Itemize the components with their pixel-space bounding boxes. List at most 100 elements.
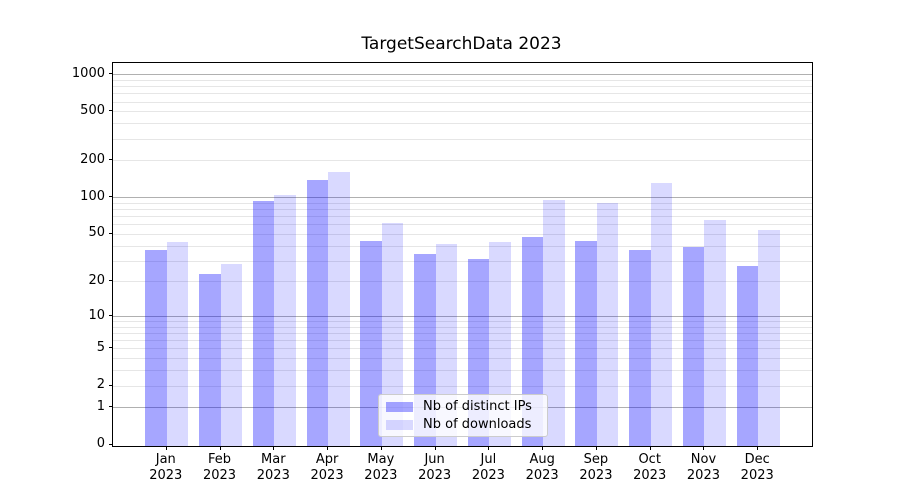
- x-tick-month: Sep: [568, 452, 624, 468]
- y-tick-20: [109, 280, 113, 281]
- x-tick-dec: [757, 446, 758, 450]
- x-tick-apr: [327, 446, 328, 450]
- x-tick-label-feb: Feb2023: [192, 452, 248, 484]
- x-tick-label-nov: Nov2023: [675, 452, 731, 484]
- gridline-minor-700: [113, 93, 812, 94]
- x-tick-jun: [435, 446, 436, 450]
- legend: Nb of distinct IPs Nb of downloads: [378, 394, 548, 437]
- gridline-minor-90: [113, 203, 812, 204]
- y-tick-0: [109, 444, 113, 445]
- bar-dec-distinct-ips: [737, 266, 759, 446]
- y-tick-label-0: 0: [40, 436, 105, 451]
- y-tick-1: [109, 406, 113, 407]
- x-tick-year: 2023: [245, 468, 301, 484]
- gridline-minor-400: [113, 123, 812, 124]
- bar-oct-distinct-ips: [629, 250, 651, 446]
- y-tick-200: [109, 159, 113, 160]
- x-tick-month: Nov: [675, 452, 731, 468]
- gridline-minor-600: [113, 102, 812, 103]
- legend-label-downloads: Nb of downloads: [423, 417, 531, 432]
- x-tick-month: Feb: [192, 452, 248, 468]
- bar-jan-downloads: [167, 242, 189, 446]
- y-tick-label-500: 500: [40, 103, 105, 118]
- x-tick-label-jan: Jan2023: [138, 452, 194, 484]
- y-tick-100: [109, 196, 113, 197]
- x-tick-year: 2023: [675, 468, 731, 484]
- bar-oct-downloads: [651, 183, 673, 446]
- x-tick-label-jul: Jul2023: [460, 452, 516, 484]
- x-tick-oct: [650, 446, 651, 450]
- x-tick-sep: [596, 446, 597, 450]
- x-tick-label-jun: Jun2023: [407, 452, 463, 484]
- x-tick-month: May: [353, 452, 409, 468]
- x-tick-month: Apr: [299, 452, 355, 468]
- y-tick-label-1: 1: [40, 399, 105, 414]
- x-tick-label-apr: Apr2023: [299, 452, 355, 484]
- x-tick-jul: [488, 446, 489, 450]
- gridline-major-100: [113, 197, 812, 198]
- bar-jan-distinct-ips: [145, 250, 167, 446]
- x-tick-month: Jul: [460, 452, 516, 468]
- bar-nov-downloads: [704, 220, 726, 446]
- x-tick-year: 2023: [407, 468, 463, 484]
- y-tick-2: [109, 385, 113, 386]
- x-tick-may: [381, 446, 382, 450]
- legend-swatch-downloads: [386, 420, 413, 430]
- x-tick-nov: [703, 446, 704, 450]
- gridline-minor-70: [113, 216, 812, 217]
- x-tick-month: Jun: [407, 452, 463, 468]
- gridline-minor-900: [113, 80, 812, 81]
- legend-swatch-distinct-ips: [386, 402, 413, 412]
- x-tick-year: 2023: [622, 468, 678, 484]
- chart-figure: TargetSearchData 2023 012510205010020050…: [0, 0, 900, 500]
- x-tick-label-aug: Aug2023: [514, 452, 570, 484]
- gridline-minor-200: [113, 160, 812, 161]
- bar-feb-distinct-ips: [199, 274, 221, 446]
- bar-apr-downloads: [328, 172, 350, 446]
- x-tick-month: Oct: [622, 452, 678, 468]
- x-tick-label-may: May2023: [353, 452, 409, 484]
- y-tick-label-200: 200: [40, 152, 105, 167]
- bar-apr-distinct-ips: [307, 180, 329, 446]
- legend-label-distinct-ips: Nb of distinct IPs: [423, 399, 532, 414]
- gridline-minor-300: [113, 139, 812, 140]
- y-tick-500: [109, 110, 113, 111]
- bar-dec-downloads: [758, 230, 780, 446]
- x-tick-jan: [166, 446, 167, 450]
- y-tick-label-100: 100: [40, 189, 105, 204]
- y-tick-label-10: 10: [40, 308, 105, 323]
- x-tick-year: 2023: [460, 468, 516, 484]
- legend-item-downloads: Nb of downloads: [386, 417, 547, 432]
- y-tick-label-1000: 1000: [40, 66, 105, 81]
- x-tick-label-mar: Mar2023: [245, 452, 301, 484]
- x-tick-label-dec: Dec2023: [729, 452, 785, 484]
- legend-item-distinct-ips: Nb of distinct IPs: [386, 399, 547, 414]
- y-tick-label-50: 50: [40, 225, 105, 240]
- x-tick-month: Dec: [729, 452, 785, 468]
- x-tick-label-oct: Oct2023: [622, 452, 678, 484]
- gridline-minor-500: [113, 111, 812, 112]
- y-tick-label-20: 20: [40, 273, 105, 288]
- plot-area: [112, 62, 813, 447]
- x-tick-mar: [273, 446, 274, 450]
- bar-mar-distinct-ips: [253, 201, 275, 446]
- gridline-minor-800: [113, 86, 812, 87]
- x-tick-year: 2023: [192, 468, 248, 484]
- x-tick-year: 2023: [138, 468, 194, 484]
- y-tick-10: [109, 315, 113, 316]
- x-tick-year: 2023: [729, 468, 785, 484]
- gridline-minor-80: [113, 209, 812, 210]
- x-tick-month: Aug: [514, 452, 570, 468]
- bar-sep-distinct-ips: [575, 241, 597, 446]
- plot-inner: [113, 63, 812, 446]
- chart-title: TargetSearchData 2023: [112, 34, 811, 54]
- bar-mar-downloads: [274, 195, 296, 446]
- x-tick-year: 2023: [568, 468, 624, 484]
- y-tick-1000: [109, 73, 113, 74]
- y-tick-50: [109, 233, 113, 234]
- x-tick-label-sep: Sep2023: [568, 452, 624, 484]
- x-tick-month: Mar: [245, 452, 301, 468]
- y-tick-label-5: 5: [40, 340, 105, 355]
- x-tick-month: Jan: [138, 452, 194, 468]
- x-tick-feb: [220, 446, 221, 450]
